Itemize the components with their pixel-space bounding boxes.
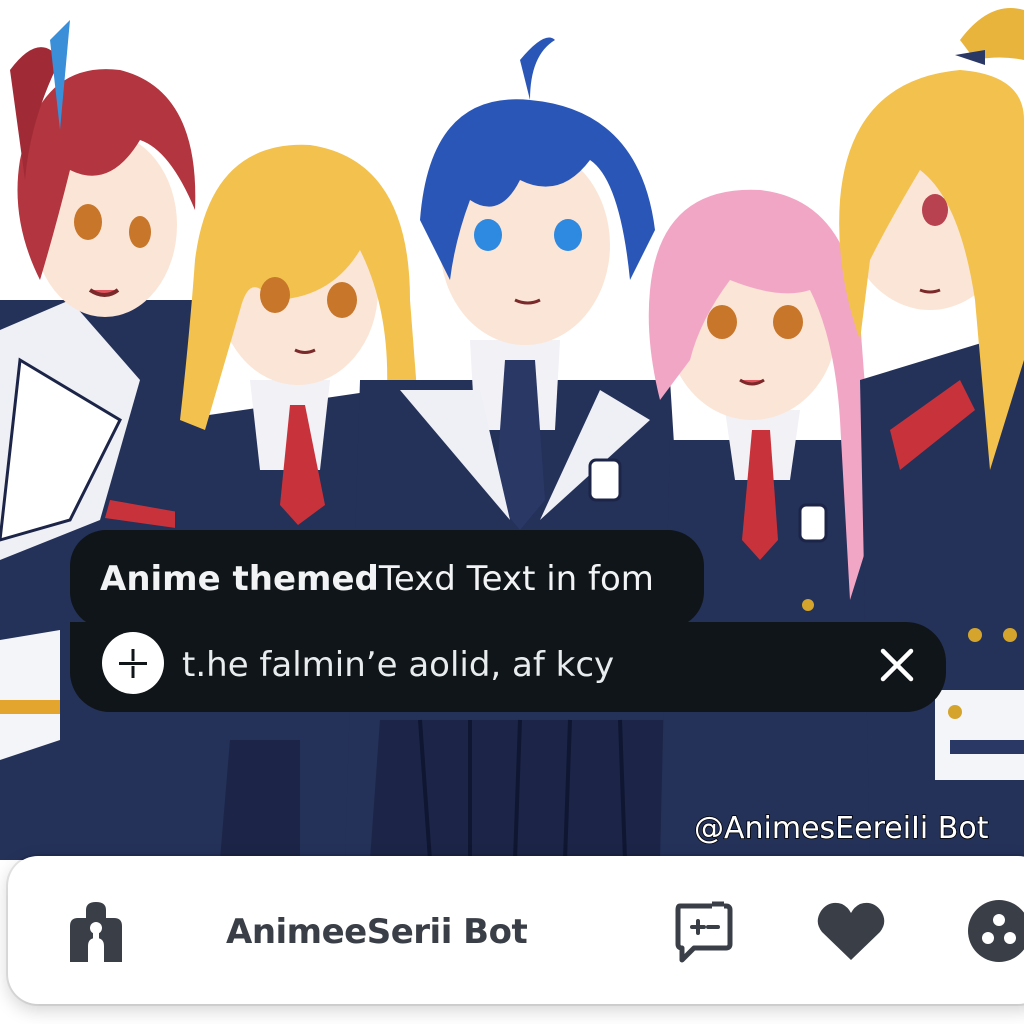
- message-text[interactable]: t.he falmin’e aolid, af kcy: [182, 640, 614, 690]
- character-pink-hair: [648, 189, 880, 860]
- caption-bold-text: Anime themed: [100, 559, 379, 599]
- profile-icon[interactable]: [64, 898, 128, 966]
- add-circle-icon[interactable]: [102, 632, 164, 694]
- close-icon[interactable]: [872, 640, 922, 690]
- new-chat-icon[interactable]: [672, 900, 734, 964]
- heart-icon[interactable]: [816, 900, 886, 962]
- screen: Anime themed Texd Text in fom t.he falmi…: [0, 0, 1024, 1024]
- caption-regular-text: Texd Text in fom: [378, 559, 654, 599]
- caption-text: Anime themed Texd Text in fom: [100, 554, 654, 604]
- bot-name[interactable]: AnimeeSerii Bot: [226, 908, 528, 956]
- more-options-icon[interactable]: [966, 898, 1024, 964]
- watermark: @AnimesEereiIi Bot: [693, 810, 989, 847]
